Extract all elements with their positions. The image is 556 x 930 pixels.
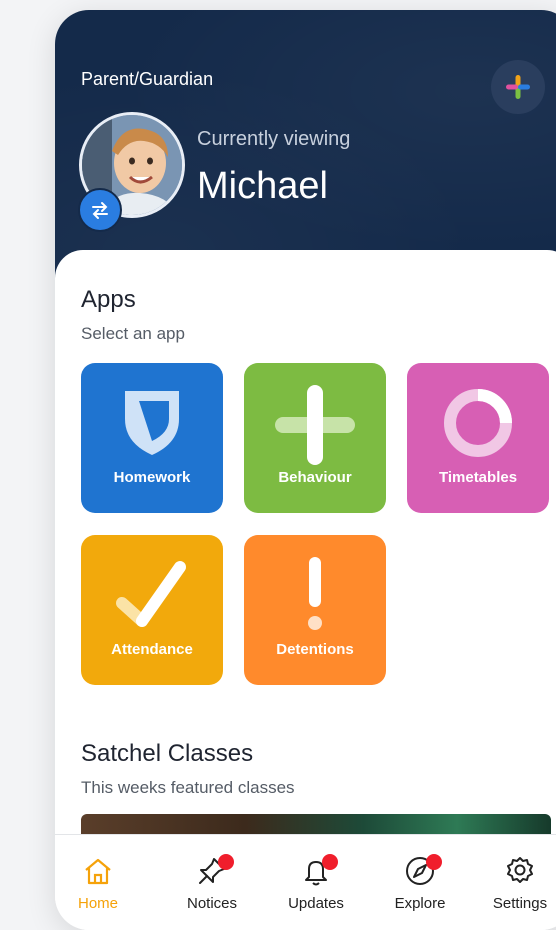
tab-explore[interactable]: Explore xyxy=(375,853,465,912)
app-tile-label: Attendance xyxy=(111,641,193,658)
add-button[interactable] xyxy=(491,60,545,114)
main-content: Apps Select an app Homework Behaviour Ti… xyxy=(55,250,556,854)
plus-icon xyxy=(506,75,530,99)
shield-icon xyxy=(125,391,179,455)
apps-title: Apps xyxy=(81,286,136,313)
role-label: Parent/Guardian xyxy=(81,69,214,89)
home-icon xyxy=(85,858,111,885)
app-tile-label: Detentions xyxy=(276,641,354,658)
gear-icon xyxy=(507,857,533,883)
app-tile-label: Homework xyxy=(113,469,191,486)
tab-notices[interactable]: Notices xyxy=(167,853,257,912)
tab-label: Explore xyxy=(394,895,446,912)
notification-badge xyxy=(322,854,338,870)
switch-child-button[interactable] xyxy=(78,188,122,232)
app-tile-behaviour[interactable]: Behaviour xyxy=(244,363,386,513)
apps-subtitle: Select an app xyxy=(81,324,185,343)
tab-label: Updates xyxy=(288,895,344,912)
tab-updates[interactable]: Updates xyxy=(271,853,361,912)
app-tile-homework[interactable]: Homework xyxy=(81,363,223,513)
bottom-tab-bar: Home Notices Updates Explore Settings xyxy=(55,834,556,930)
tab-home[interactable]: Home xyxy=(55,853,143,912)
app-tile-label: Behaviour xyxy=(278,469,352,486)
swap-icon xyxy=(92,202,108,219)
notification-badge xyxy=(426,854,442,870)
app-tile-timetables[interactable]: Timetables xyxy=(407,363,549,513)
exclamation-icon xyxy=(308,557,322,630)
app-tile-detentions[interactable]: Detentions xyxy=(244,535,386,685)
checkmark-icon xyxy=(116,561,186,627)
tab-label: Home xyxy=(77,895,118,912)
clock-ring-icon xyxy=(444,389,512,457)
app-tile-label: Timetables xyxy=(438,469,518,486)
child-name: Michael xyxy=(197,165,328,207)
tab-settings[interactable]: Settings xyxy=(475,853,556,912)
viewing-label: Currently viewing xyxy=(197,128,351,150)
notification-badge xyxy=(218,854,234,870)
plus-icon xyxy=(275,385,355,465)
phone-frame: Parent/Guardian Currently viewing Michae… xyxy=(55,10,556,930)
app-tile-attendance[interactable]: Attendance xyxy=(81,535,223,685)
classes-title: Satchel Classes xyxy=(81,740,254,767)
tab-label: Notices xyxy=(186,895,238,912)
profile-header: Parent/Guardian Currently viewing Michae… xyxy=(55,10,556,280)
tab-label: Settings xyxy=(492,895,548,912)
classes-subtitle: This weeks featured classes xyxy=(81,778,295,797)
